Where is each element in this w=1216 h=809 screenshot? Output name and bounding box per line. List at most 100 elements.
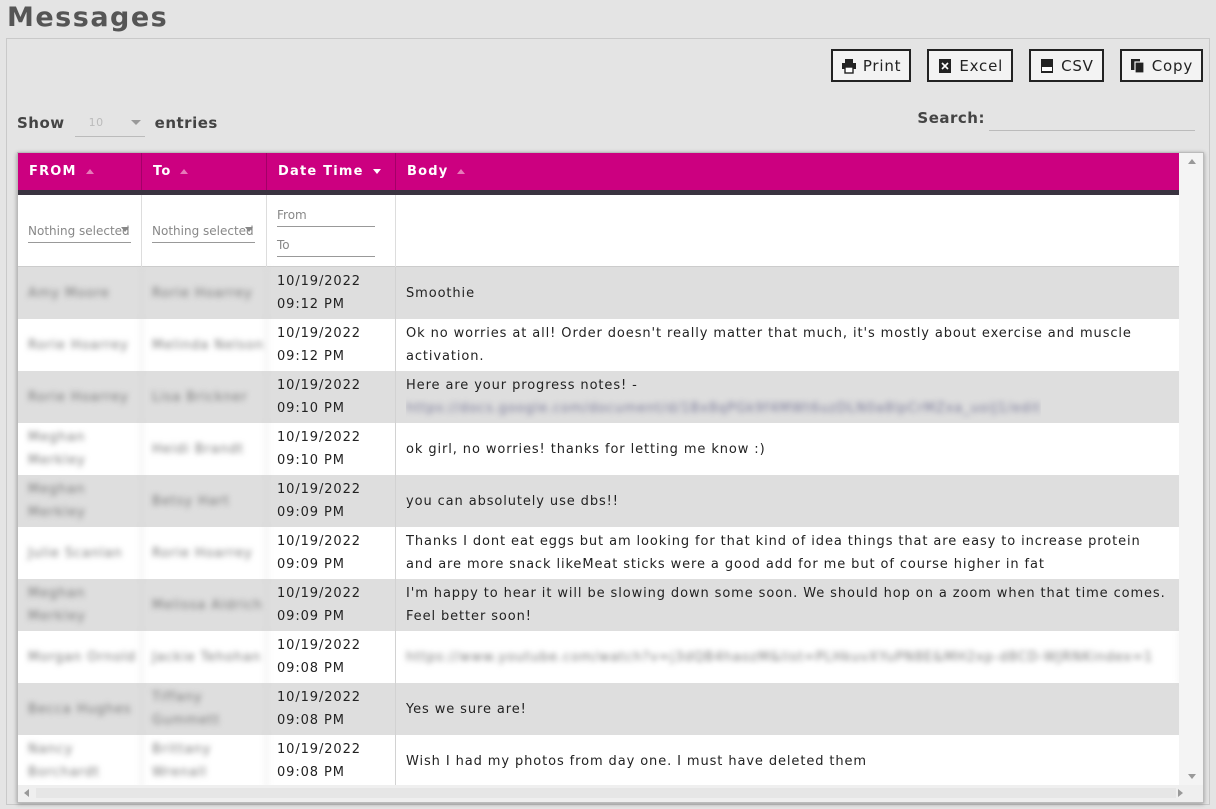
table-header: FROM To Date Time Body <box>18 153 1180 195</box>
filter-row: Nothing selected Nothing selected From T… <box>18 195 1180 267</box>
page-title: Messages <box>7 2 169 33</box>
show-label: Show <box>17 114 65 132</box>
print-button[interactable]: Print <box>830 49 912 82</box>
table-row[interactable]: Rorie Hoarrey Lisa Brickner 10/19/2022 09… <box>18 371 1180 423</box>
sort-desc-icon <box>372 169 381 174</box>
from-cell: Morgan Ornold <box>18 631 142 683</box>
chevron-down-icon <box>245 227 253 232</box>
chevron-down-icon <box>130 120 141 125</box>
header-body[interactable]: Body <box>396 153 1180 190</box>
from-cell: Rorie Hoarrey <box>18 319 142 371</box>
excel-button[interactable]: Excel <box>927 49 1014 82</box>
from-cell: Rorie Hoarrey <box>18 371 142 423</box>
table-body: Amy Moore Rorie Hoarrey 10/19/2022 09:12 … <box>18 267 1180 787</box>
table-row[interactable]: Rorie Hoarrey Melinda Nelson 10/19/2022 0… <box>18 319 1180 371</box>
scroll-up-icon[interactable] <box>1188 159 1196 164</box>
time-text: 09:09 PM <box>277 609 345 624</box>
header-datetime-label: Date Time <box>278 164 364 179</box>
datetime-cell: 10/19/2022 09:12 PM <box>267 267 396 319</box>
table-row[interactable]: Amy Moore Rorie Hoarrey 10/19/2022 09:12 … <box>18 267 1180 319</box>
datetime-cell: 10/19/2022 09:09 PM <box>267 475 396 527</box>
date-text: 10/19/2022 <box>277 638 361 653</box>
scroll-thumb[interactable] <box>36 788 1176 798</box>
to-cell: Betsy Hart <box>142 475 267 527</box>
body-cell: Ok no worries at all! Order doesn't real… <box>396 319 1180 371</box>
to-cell: Lisa Brickner <box>142 371 267 423</box>
date-text: 10/19/2022 <box>277 742 361 757</box>
sort-asc-icon <box>180 169 189 174</box>
date-text: 10/19/2022 <box>277 378 361 393</box>
progress-notes-link[interactable]: https://docs.google.com/document/d/1Bx8q… <box>406 397 1041 420</box>
csv-button[interactable]: CSV <box>1029 49 1104 82</box>
from-cell: Amy Moore <box>18 267 142 319</box>
sort-asc-icon <box>85 169 94 174</box>
table-row[interactable]: Morgan Ornold Jackie Tehohan 10/19/2022 0… <box>18 631 1180 683</box>
to-filter-select[interactable]: Nothing selected <box>152 219 255 243</box>
table-row[interactable]: Julie Scanlan Rorie Hoarrey 10/19/2022 09… <box>18 527 1180 579</box>
datetime-cell: 10/19/2022 09:10 PM <box>267 423 396 475</box>
datetime-cell: 10/19/2022 09:08 PM <box>267 683 396 735</box>
to-filter-placeholder: Nothing selected <box>152 223 254 238</box>
from-filter-cell: Nothing selected <box>18 195 142 267</box>
from-filter-placeholder: Nothing selected <box>28 223 130 238</box>
body-cell: Yes we sure are! <box>396 683 1180 735</box>
scroll-right-icon[interactable] <box>1178 789 1183 797</box>
scroll-left-icon[interactable] <box>24 789 29 797</box>
table-row[interactable]: Meghan Merkley Melissa Aldrich 10/19/202… <box>18 579 1180 631</box>
body-cell: Smoothie <box>396 267 1180 319</box>
csv-file-icon <box>1041 58 1054 73</box>
excel-label: Excel <box>959 56 1004 75</box>
time-text: 09:08 PM <box>277 661 345 676</box>
time-text: 09:08 PM <box>277 713 345 728</box>
copy-label: Copy <box>1151 56 1193 75</box>
header-datetime[interactable]: Date Time <box>267 153 396 190</box>
from-filter-select[interactable]: Nothing selected <box>28 219 131 243</box>
date-text: 10/19/2022 <box>277 482 361 497</box>
date-to-input[interactable]: To <box>277 233 375 257</box>
table-row[interactable]: Meghan Merkley Betsy Hart 10/19/2022 09:0… <box>18 475 1180 527</box>
body-cell: Wish I had my photos from day one. I mus… <box>396 735 1180 787</box>
table-row[interactable]: Nancy Borchardt Brittany Wrenall 10/19/2… <box>18 735 1180 787</box>
to-cell: Rorie Hoarrey <box>142 267 267 319</box>
messages-panel: Print Excel CSV Copy Show 10 entries Sea… <box>6 38 1210 805</box>
date-from-input[interactable]: From <box>277 203 375 227</box>
page-length-value: 10 <box>88 116 104 129</box>
date-text: 10/19/2022 <box>277 274 361 289</box>
header-to[interactable]: To <box>142 153 267 190</box>
datetime-cell: 10/19/2022 09:08 PM <box>267 631 396 683</box>
header-from[interactable]: FROM <box>18 153 142 190</box>
date-text: 10/19/2022 <box>277 586 361 601</box>
to-filter-cell: Nothing selected <box>142 195 267 267</box>
datetime-cell: 10/19/2022 09:12 PM <box>267 319 396 371</box>
date-text: 10/19/2022 <box>277 326 361 341</box>
from-cell: Meghan Merkley <box>18 579 142 631</box>
copy-button[interactable]: Copy <box>1119 49 1203 82</box>
vertical-scrollbar[interactable] <box>1179 153 1203 785</box>
page-length-control: Show 10 entries <box>17 109 218 137</box>
date-text: 10/19/2022 <box>277 430 361 445</box>
search-input[interactable] <box>989 105 1195 131</box>
copy-icon <box>1130 58 1145 74</box>
body-cell: https://www.youtube.com/watch?v=j3dQB4ha… <box>396 631 1180 683</box>
from-cell: Nancy Borchardt <box>18 735 142 787</box>
printer-icon <box>841 58 856 74</box>
table-row[interactable]: Meghan Merkley Heidi Brandt 10/19/2022 09… <box>18 423 1180 475</box>
body-cell: Here are your progress notes! - https://d… <box>396 371 1180 423</box>
chevron-down-icon <box>121 227 129 232</box>
time-text: 09:08 PM <box>277 765 345 780</box>
search-label: Search: <box>917 109 985 127</box>
csv-label: CSV <box>1061 56 1094 75</box>
from-cell: Julie Scanlan <box>18 527 142 579</box>
datetime-cell: 10/19/2022 09:09 PM <box>267 579 396 631</box>
scroll-down-icon[interactable] <box>1188 774 1196 779</box>
page-length-select[interactable]: 10 <box>74 109 145 137</box>
export-toolbar: Print Excel CSV Copy <box>830 49 1203 82</box>
datetime-cell: 10/19/2022 09:08 PM <box>267 735 396 787</box>
time-text: 09:12 PM <box>277 349 345 364</box>
sort-asc-icon <box>457 169 466 174</box>
horizontal-scrollbar[interactable] <box>18 785 1203 802</box>
date-filter-cell: From To <box>267 195 396 267</box>
time-text: 09:10 PM <box>277 453 345 468</box>
to-cell: Heidi Brandt <box>142 423 267 475</box>
table-row[interactable]: Becca Hughes Tiffany Gummett 10/19/2022 0… <box>18 683 1180 735</box>
